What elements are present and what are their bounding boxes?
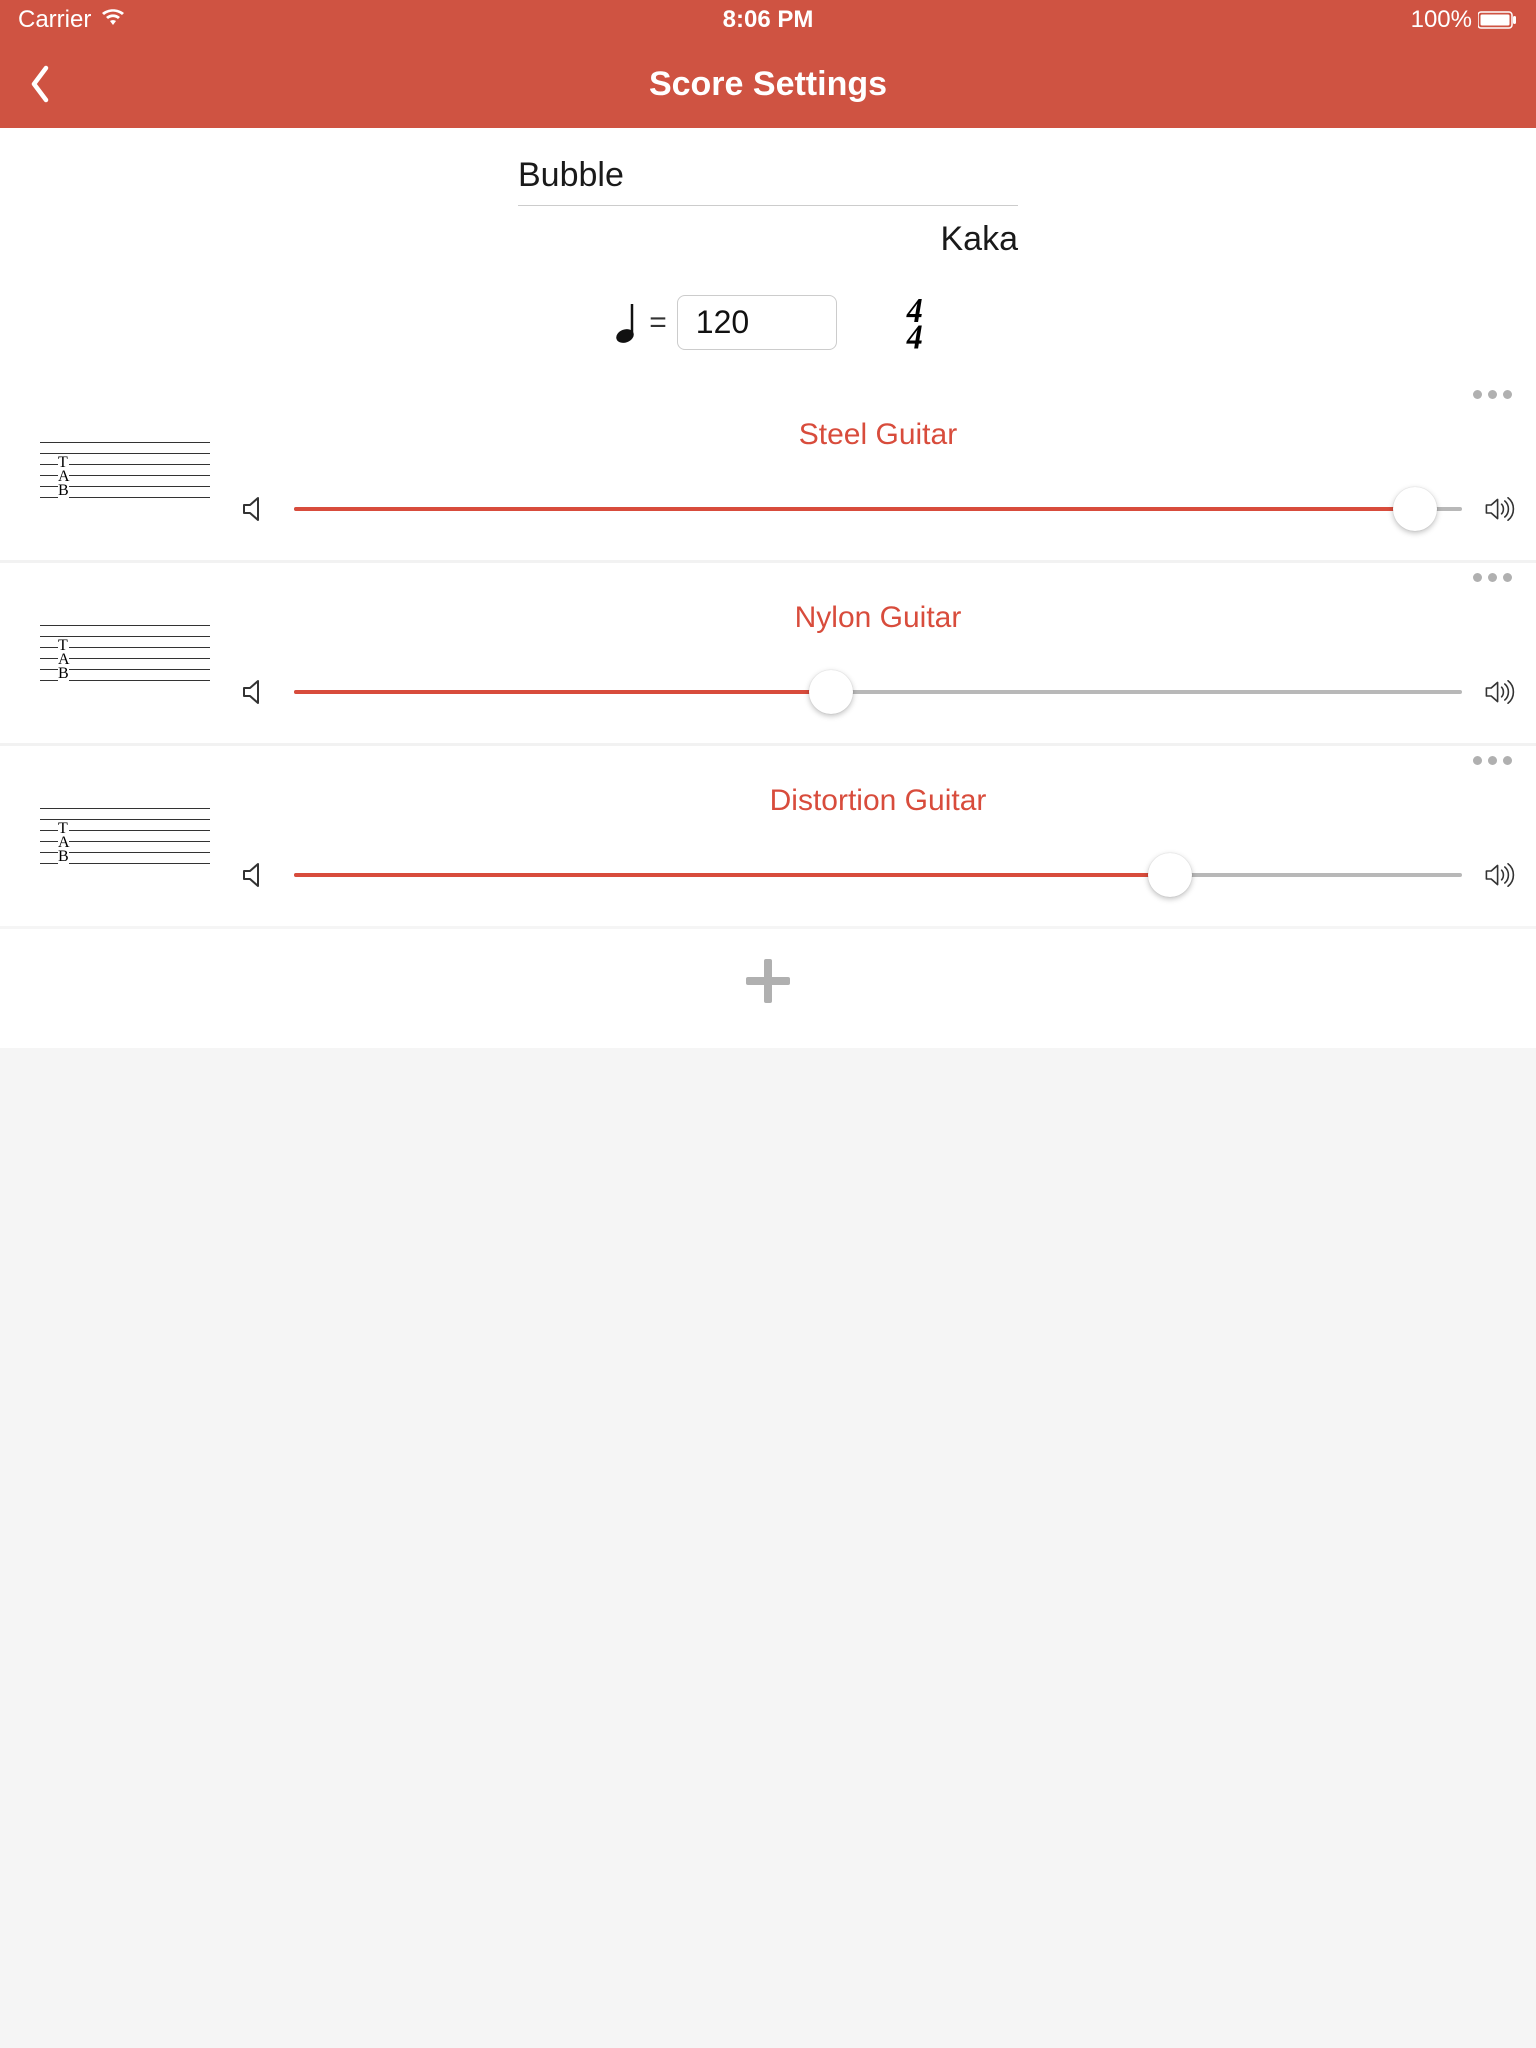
volume-slider[interactable] [294,675,1462,709]
track-card: TAB Nylon Guitar [0,563,1536,743]
volume-slider[interactable] [294,492,1462,526]
track-name[interactable]: Distortion Guitar [240,784,1516,818]
score-author-input[interactable]: Kaka [518,206,1018,259]
tempo-input[interactable]: 120 [677,295,837,350]
more-button[interactable] [1473,756,1512,765]
tab-label: TAB [58,822,69,864]
volume-mute-icon[interactable] [240,493,272,525]
more-button[interactable] [1473,573,1512,582]
volume-mute-icon[interactable] [240,859,272,891]
volume-full-icon[interactable] [1484,676,1516,708]
add-track-row [0,929,1536,1048]
status-left: Carrier [18,6,518,34]
track-main: Nylon Guitar [240,581,1516,709]
more-button[interactable] [1473,390,1512,399]
quarter-note-icon [613,302,639,344]
equals-sign: = [649,306,667,340]
volume-full-icon[interactable] [1484,493,1516,525]
track-name[interactable]: Steel Guitar [240,418,1516,452]
back-button[interactable] [20,64,60,104]
page-title: Score Settings [0,65,1536,104]
battery-label: 100% [1411,6,1472,34]
tab-staff-icon: TAB [40,625,210,709]
track-card: TAB Steel Guitar [0,380,1536,560]
track-main: Distortion Guitar [240,764,1516,892]
track-main: Steel Guitar [240,398,1516,526]
status-time: 8:06 PM [518,6,1018,34]
volume-row [240,492,1516,526]
track-list: TAB Steel Guitar [0,380,1536,926]
tempo-group: = 120 [613,295,837,350]
status-bar: Carrier 8:06 PM 100% [0,0,1536,40]
track-name[interactable]: Nylon Guitar [240,601,1516,635]
timesig-bottom: 4 [907,323,923,349]
nav-bar: Score Settings [0,40,1536,128]
carrier-label: Carrier [18,6,91,34]
time-signature[interactable]: 4 4 [907,296,923,349]
content: Bubble Kaka = 120 4 4 [0,128,1536,380]
status-right: 100% [1018,6,1518,34]
tab-staff-icon: TAB [40,442,210,526]
volume-full-icon[interactable] [1484,859,1516,891]
volume-row [240,858,1516,892]
tab-label: TAB [58,456,69,498]
volume-row [240,675,1516,709]
tab-label: TAB [58,639,69,681]
wifi-icon [101,6,125,34]
battery-icon [1478,11,1518,29]
score-title-input[interactable]: Bubble [518,148,1018,206]
score-header: Bubble Kaka = 120 4 4 [0,128,1536,380]
volume-slider[interactable] [294,858,1462,892]
tempo-row: = 120 4 4 [0,295,1536,350]
add-track-button[interactable] [740,953,796,1014]
volume-mute-icon[interactable] [240,676,272,708]
tab-staff-icon: TAB [40,808,210,892]
track-card: TAB Distortion Guitar [0,746,1536,926]
